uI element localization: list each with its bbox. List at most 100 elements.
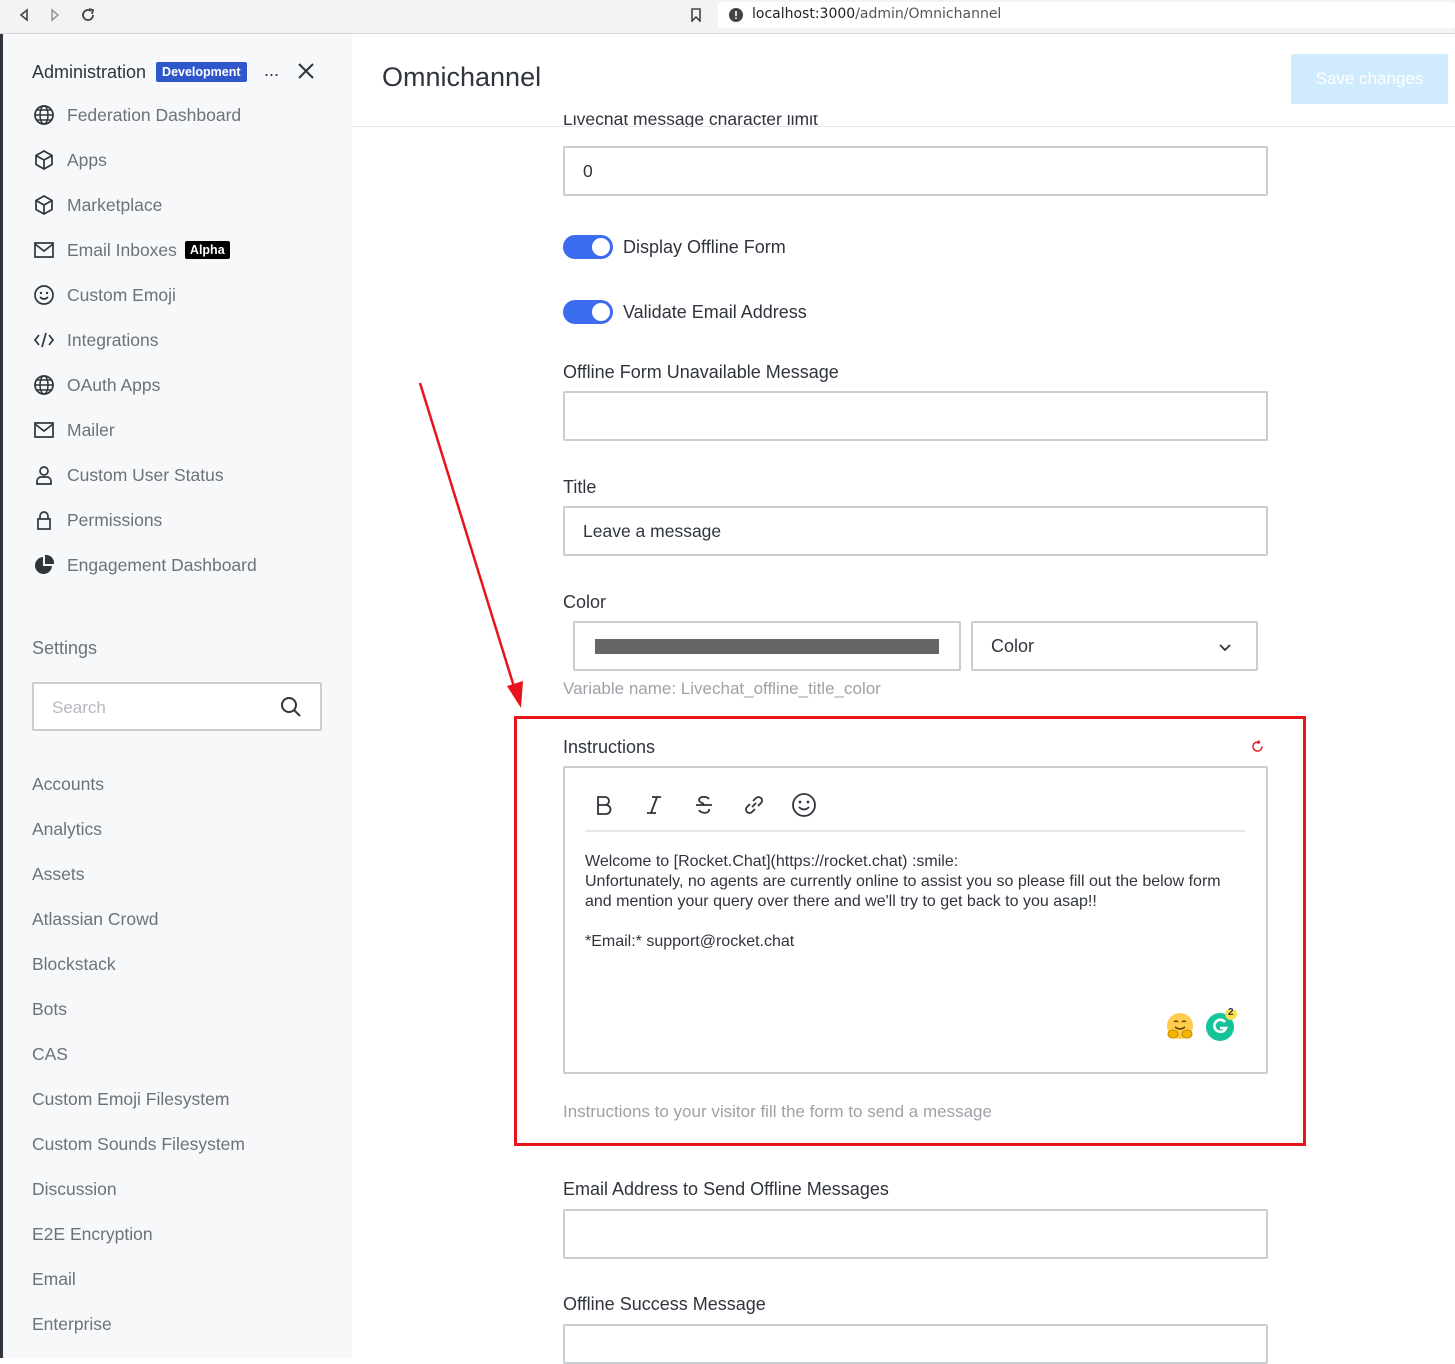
markdown-toolbar [585, 784, 1245, 832]
sidebar-item-marketplace[interactable]: Marketplace [32, 190, 162, 220]
color-hint: Variable name: Livechat_offline_title_co… [563, 679, 881, 698]
pie-chart-icon [32, 553, 56, 577]
grammarly-count: 2 [1228, 1007, 1234, 1018]
grammarly-icon[interactable]: 2 [1205, 1007, 1237, 1042]
sidebar-item-label: Mailer [67, 419, 115, 440]
sidebar-item-oauth-apps[interactable]: OAuth Apps [32, 370, 160, 400]
sidebar-item-apps[interactable]: Apps [32, 145, 107, 175]
instructions-label: Instructions [563, 737, 656, 757]
address-bar[interactable]: localhost:3000/admin/Omnichannel [718, 2, 1455, 28]
sidebar-item-label: OAuth Apps [67, 374, 161, 395]
display-offline-form-row: Display Offline Form [563, 234, 786, 260]
more-options-button[interactable]: ... [264, 60, 279, 81]
lock-icon [32, 508, 56, 532]
sidebar-item-custom-user-status[interactable]: Custom User Status [32, 460, 224, 490]
color-type-select[interactable]: Color [971, 621, 1258, 671]
emoji-icon [32, 283, 56, 307]
code-icon [32, 328, 56, 352]
url-host: localhost:3000 [752, 6, 856, 22]
sidebar-item-integrations[interactable]: Integrations [32, 325, 158, 355]
page-header: Omnichannel Save changes [352, 34, 1455, 127]
chevron-down-icon [1219, 644, 1231, 652]
italic-icon[interactable] [637, 788, 671, 822]
settings-item-custom-emoji-filesystem[interactable]: Custom Emoji Filesystem [32, 1089, 229, 1110]
bookmark-icon[interactable] [685, 4, 707, 26]
sidebar-item-mailer[interactable]: Mailer [32, 415, 115, 445]
title-input[interactable]: Leave a message [563, 506, 1268, 556]
reload-icon[interactable] [77, 4, 99, 26]
settings-search-input[interactable] [34, 684, 294, 731]
color-label: Color [563, 592, 607, 612]
link-icon[interactable] [737, 788, 771, 822]
hugging-face-icon[interactable] [1164, 1010, 1196, 1042]
settings-item-custom-sounds-filesystem[interactable]: Custom Sounds Filesystem [32, 1134, 245, 1155]
sidebar-item-label: Email Inboxes [67, 239, 177, 260]
instructions-text[interactable]: Welcome to [Rocket.Chat](https://rocket.… [585, 852, 1225, 952]
instructions-editor[interactable]: Welcome to [Rocket.Chat](https://rocket.… [563, 766, 1268, 1074]
settings-item-analytics[interactable]: Analytics [32, 819, 102, 840]
url-path: /admin/Omnichannel [855, 6, 1002, 22]
settings-item-bots[interactable]: Bots [32, 999, 67, 1020]
instructions-hint: Instructions to your visitor fill the fo… [563, 1102, 992, 1121]
settings-search[interactable] [32, 682, 322, 731]
email-label: Email Address to Send Offline Messages [563, 1179, 889, 1199]
success-message-input[interactable] [563, 1324, 1268, 1364]
offline-unavailable-label: Offline Form Unavailable Message [563, 362, 839, 382]
bold-icon[interactable] [587, 788, 621, 822]
globe-icon [32, 373, 56, 397]
admin-sidebar: Administration Development ... Federatio… [0, 34, 352, 1358]
site-info-icon[interactable] [728, 7, 744, 23]
emoji-icon[interactable] [787, 788, 821, 822]
settings-heading: Settings [32, 638, 98, 658]
globe-icon [32, 103, 56, 127]
char-limit-input[interactable]: 0 [563, 146, 1268, 196]
sidebar-item-label: Federation Dashboard [67, 104, 242, 125]
forward-icon[interactable] [44, 4, 66, 26]
settings-item-assets[interactable]: Assets [32, 864, 85, 885]
sidebar-item-engagement-dashboard[interactable]: Engagement Dashboard [32, 550, 257, 580]
display-offline-form-toggle[interactable] [563, 235, 613, 259]
environment-badge: Development [156, 62, 247, 82]
display-offline-form-label: Display Offline Form [623, 236, 786, 257]
back-icon[interactable] [13, 4, 35, 26]
email-input[interactable] [563, 1209, 1268, 1259]
user-icon [32, 463, 56, 487]
mail-icon [32, 238, 56, 262]
admin-header: Administration Development [32, 60, 247, 84]
settings-item-enterprise[interactable]: Enterprise [32, 1314, 112, 1335]
mail-icon [32, 418, 56, 442]
page-title: Omnichannel [382, 62, 542, 92]
search-icon[interactable] [280, 696, 302, 718]
sidebar-item-label: Apps [67, 149, 107, 170]
sidebar-item-label: Engagement Dashboard [67, 554, 257, 575]
sidebar-item-email-inboxes[interactable]: Email Inboxes Alpha [32, 235, 230, 265]
offline-unavailable-input[interactable] [563, 391, 1268, 441]
settings-item-e2e-encryption[interactable]: E2E Encryption [32, 1224, 153, 1245]
sidebar-item-custom-emoji[interactable]: Custom Emoji [32, 280, 176, 310]
url-text: localhost:3000/admin/Omnichannel [752, 6, 1001, 22]
reset-icon[interactable] [1250, 739, 1265, 754]
sidebar-item-label: Marketplace [67, 194, 163, 215]
color-type-value: Color [991, 636, 1035, 656]
strikethrough-icon[interactable] [687, 788, 721, 822]
settings-item-cas[interactable]: CAS [32, 1044, 68, 1065]
settings-item-email[interactable]: Email [32, 1269, 76, 1290]
sidebar-item-label: Custom Emoji [67, 284, 176, 305]
sidebar-item-federation-dashboard[interactable]: Federation Dashboard [32, 100, 241, 130]
alpha-badge: Alpha [184, 241, 230, 259]
settings-item-blockstack[interactable]: Blockstack [32, 954, 116, 975]
sidebar-item-permissions[interactable]: Permissions [32, 505, 162, 535]
browser-toolbar: localhost:3000/admin/Omnichannel [0, 0, 1455, 34]
color-picker[interactable] [573, 621, 961, 671]
char-limit-label: Livechat message character limit [563, 115, 818, 127]
cube-icon [32, 193, 56, 217]
color-swatch[interactable] [595, 639, 939, 654]
validate-email-row: Validate Email Address [563, 299, 807, 325]
close-icon[interactable] [293, 58, 319, 84]
settings-item-accounts[interactable]: Accounts [32, 774, 104, 795]
validate-email-toggle[interactable] [563, 300, 613, 324]
settings-item-discussion[interactable]: Discussion [32, 1179, 117, 1200]
settings-item-atlassian-crowd[interactable]: Atlassian Crowd [32, 909, 158, 930]
save-changes-button[interactable]: Save changes [1291, 54, 1448, 104]
validate-email-label: Validate Email Address [623, 301, 807, 322]
